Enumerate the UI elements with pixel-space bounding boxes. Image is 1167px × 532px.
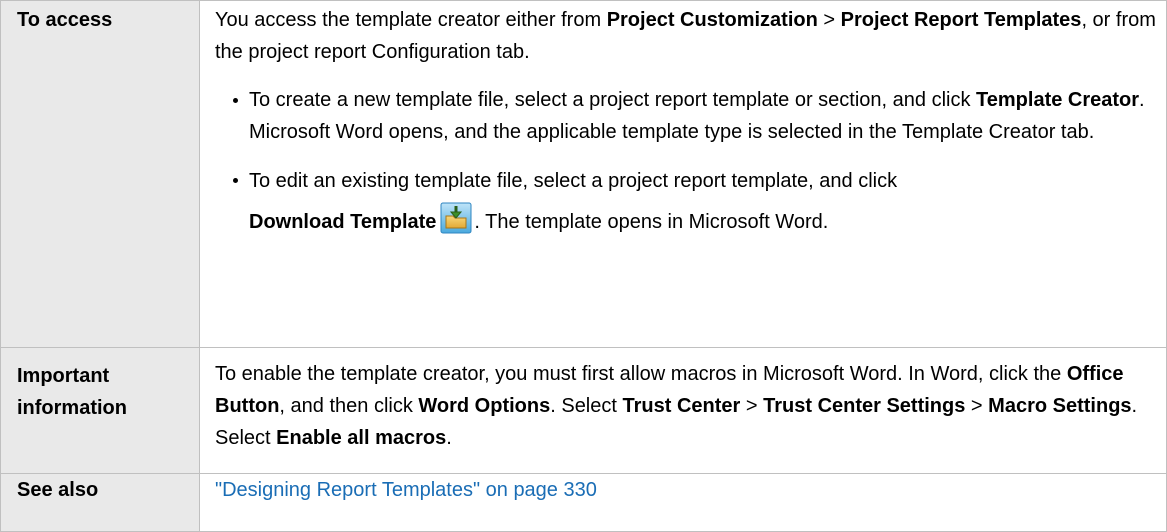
project-report-templates-label: Project Report Templates	[840, 9, 1082, 31]
trust-center-settings-label: Trust Center Settings	[763, 394, 966, 417]
info-table: To access You access the template creato…	[0, 0, 1167, 532]
important-text-2: , and then click	[279, 394, 419, 417]
important-text-3: . Select	[550, 394, 623, 417]
table-row-to-access: To access You access the template creato…	[0, 0, 1167, 348]
access-intro-text-1: You access the template creator either f…	[215, 9, 607, 31]
enable-all-macros-label: Enable all macros	[276, 426, 447, 449]
download-template-label: Download Template	[249, 211, 437, 233]
designing-report-templates-link[interactable]: "Designing Report Templates" on page 330	[215, 479, 597, 501]
row-body-see-also: "Designing Report Templates" on page 330	[199, 472, 1167, 532]
row-header-see-also: See also	[0, 472, 200, 532]
row-body-important-information: To enable the template creator, you must…	[199, 346, 1167, 474]
project-customization-label: Project Customization	[606, 9, 818, 31]
important-text-5: >	[965, 394, 989, 417]
access-steps-list: To create a new template file, select a …	[215, 84, 1156, 246]
macro-settings-label: Macro Settings	[988, 394, 1132, 417]
row-body-to-access: You access the template creator either f…	[199, 0, 1167, 348]
access-intro-text-2: >	[817, 9, 841, 31]
bullet2-text-1: To edit an existing template file, selec…	[249, 170, 898, 192]
important-text-1: To enable the template creator, you must…	[215, 362, 1067, 385]
row-header-important-information: Important information	[0, 346, 200, 474]
access-intro: You access the template creator either f…	[215, 4, 1156, 68]
word-options-label: Word Options	[418, 394, 551, 417]
list-item-edit-template: To edit an existing template file, selec…	[233, 164, 1156, 246]
trust-center-label: Trust Center	[622, 394, 741, 417]
important-text-7: .	[446, 426, 452, 449]
important-text-4: >	[740, 394, 764, 417]
bullet1-text-1: To create a new template file, select a …	[249, 89, 977, 111]
list-item-create-template: To create a new template file, select a …	[233, 84, 1156, 148]
row-header-to-access: To access	[0, 0, 200, 348]
table-row-see-also: See also "Designing Report Templates" on…	[0, 472, 1167, 532]
download-template-icon	[440, 202, 472, 234]
template-creator-label: Template Creator	[976, 89, 1140, 111]
bullet2-text-2: . The template opens in Microsoft Word.	[474, 211, 829, 233]
table-row-important-information: Important information To enable the temp…	[0, 346, 1167, 474]
download-template-line: Download Template . The template opens i…	[249, 202, 829, 234]
